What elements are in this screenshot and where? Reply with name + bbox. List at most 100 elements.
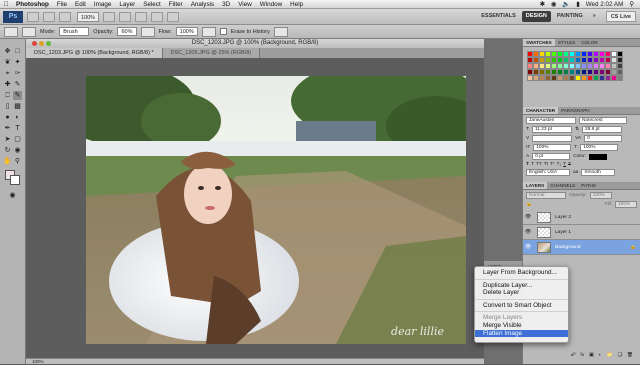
- pressure-size-icon[interactable]: [273, 26, 288, 37]
- quick-select-tool-icon[interactable]: ✦: [13, 58, 22, 67]
- superscript-icon[interactable]: T¹: [550, 162, 555, 167]
- zoom-tool-icon[interactable]: [119, 11, 132, 22]
- tab-layers[interactable]: LAYERS: [523, 182, 548, 189]
- marquee-tool-icon[interactable]: □: [13, 47, 22, 56]
- menu-analysis[interactable]: Analysis: [187, 0, 218, 9]
- hand-tool-icon[interactable]: [103, 11, 116, 22]
- menu-edit[interactable]: Edit: [71, 0, 90, 9]
- underline-icon[interactable]: T: [563, 162, 566, 167]
- layer-opacity-input[interactable]: 100%: [589, 192, 612, 199]
- menu-item-flatten-image[interactable]: Flatten Image: [475, 329, 568, 338]
- blend-mode-select[interactable]: Normal: [526, 192, 566, 199]
- healing-brush-tool-icon[interactable]: ✚: [3, 80, 12, 89]
- tab-paths[interactable]: PATHS: [578, 182, 599, 189]
- erase-history-checkbox[interactable]: [219, 28, 227, 35]
- history-brush-tool-icon[interactable]: ✎: [13, 91, 22, 100]
- delete-layer-icon[interactable]: 🗑: [627, 353, 633, 358]
- shape-tool-icon[interactable]: ▢: [13, 135, 22, 144]
- 3d-rotate-tool-icon[interactable]: ↻: [3, 146, 12, 155]
- vertical-scale-input[interactable]: 100%: [533, 144, 572, 151]
- font-style-select[interactable]: Notecrest: [579, 117, 627, 124]
- brush-preset-picker[interactable]: [22, 26, 36, 37]
- blur-tool-icon[interactable]: ●: [3, 113, 12, 122]
- menu-item-duplicate-layer[interactable]: Duplicate Layer...: [475, 282, 568, 290]
- arrange-documents-icon[interactable]: [151, 11, 164, 22]
- text-color-swatch[interactable]: [589, 153, 607, 160]
- photo-image[interactable]: dear lillie: [86, 76, 466, 344]
- minimize-window-icon[interactable]: [39, 41, 44, 46]
- airbrush-icon[interactable]: [201, 26, 216, 37]
- battery-icon[interactable]: ▮: [576, 1, 579, 8]
- crop-tool-icon[interactable]: ⌖: [3, 69, 12, 78]
- clone-stamp-tool-icon[interactable]: ⎕: [3, 91, 12, 100]
- tab-dsc-1203[interactable]: DSC_1203.JPG @ 100% (Background, RGB/8) …: [26, 48, 163, 58]
- menu-item-convert-to-smart-object[interactable]: Convert to Smart Object: [475, 302, 568, 310]
- volume-icon[interactable]: 🔈: [562, 0, 570, 8]
- eraser-tool-icon[interactable]: ▯: [3, 102, 12, 111]
- add-mask-icon[interactable]: ▣: [589, 353, 594, 358]
- cs-live-button[interactable]: CS Live: [605, 11, 636, 22]
- clock[interactable]: Wed 2:02 AM: [586, 1, 624, 8]
- antialias-select[interactable]: Smooth: [581, 169, 616, 176]
- menu-item-merge-visible[interactable]: Merge Visible: [475, 322, 568, 330]
- menu-item-delete-layer[interactable]: Delete Layer: [475, 289, 568, 297]
- lock-icon[interactable]: 🔒: [526, 202, 532, 207]
- swatch[interactable]: [617, 75, 623, 81]
- strikethrough-icon[interactable]: T: [568, 162, 571, 167]
- kerning-input[interactable]: [532, 135, 573, 142]
- 3d-camera-tool-icon[interactable]: ◉: [13, 146, 22, 155]
- workspace-painting[interactable]: PAINTING: [553, 11, 587, 22]
- tracking-input[interactable]: 0: [584, 135, 623, 142]
- path-select-tool-icon[interactable]: ➤: [3, 135, 12, 144]
- visibility-eye-icon[interactable]: 👁: [523, 244, 533, 250]
- adjustment-layer-icon[interactable]: ◐: [599, 353, 602, 358]
- subscript-icon[interactable]: T₁: [557, 162, 562, 167]
- hand-tool-icon[interactable]: ✋: [3, 157, 12, 166]
- language-select[interactable]: English: USA: [526, 169, 570, 176]
- workspace-more-icon[interactable]: »: [589, 11, 600, 22]
- menu-filter[interactable]: Filter: [165, 0, 187, 9]
- new-layer-icon[interactable]: ❏: [618, 353, 622, 358]
- link-layers-icon[interactable]: ☍: [571, 353, 576, 358]
- pen-tool-icon[interactable]: ✒: [3, 124, 12, 133]
- menu-image[interactable]: Image: [90, 0, 116, 9]
- flow-input[interactable]: 100%: [175, 27, 198, 36]
- tab-styles[interactable]: STYLES: [555, 39, 579, 46]
- close-window-icon[interactable]: [32, 41, 37, 46]
- font-size-input[interactable]: 11.23 pt: [531, 126, 572, 133]
- dodge-tool-icon[interactable]: ◐: [13, 113, 22, 122]
- small-caps-icon[interactable]: Tt: [544, 162, 548, 167]
- new-group-icon[interactable]: 📁: [607, 353, 613, 358]
- bridge-icon[interactable]: [27, 11, 39, 22]
- menu-window[interactable]: Window: [256, 0, 286, 9]
- quick-mask-icon[interactable]: ◉: [8, 191, 17, 200]
- menu-photoshop[interactable]: Photoshop: [12, 0, 53, 9]
- workspace-design[interactable]: DESIGN: [521, 11, 551, 22]
- zoom-tool-icon[interactable]: ⚲: [13, 157, 22, 166]
- layer-row[interactable]: 👁 Layer 2: [523, 210, 640, 225]
- faux-italic-icon[interactable]: T: [531, 162, 534, 167]
- zoom-window-icon[interactable]: [46, 41, 51, 46]
- baseline-shift-input[interactable]: 0 pt: [532, 153, 571, 160]
- menu-layer[interactable]: Layer: [115, 0, 139, 9]
- gradient-tool-icon[interactable]: ▩: [13, 102, 22, 111]
- screen-mode-icon[interactable]: [167, 11, 180, 22]
- move-tool-icon[interactable]: ✥: [3, 47, 12, 56]
- spotlight-icon[interactable]: ⚲: [629, 1, 634, 8]
- lasso-tool-icon[interactable]: ❦: [3, 58, 12, 67]
- eyedropper-tool-icon[interactable]: ✑: [13, 69, 22, 78]
- minibridge-icon[interactable]: [43, 11, 55, 22]
- visibility-eye-icon[interactable]: 👁: [523, 229, 533, 235]
- layer-style-icon[interactable]: fx: [580, 353, 584, 358]
- opacity-input[interactable]: 60%: [117, 27, 137, 36]
- menu-help[interactable]: Help: [286, 0, 307, 9]
- guides-icon[interactable]: [59, 11, 71, 22]
- menu-item-layer-from-background[interactable]: Layer From Background...: [475, 269, 568, 277]
- tab-character[interactable]: CHARACTER: [523, 107, 559, 114]
- font-family-select[interactable]: JaneAusten: [526, 117, 576, 124]
- menu-file[interactable]: File: [53, 0, 71, 9]
- menu-3d[interactable]: 3D: [218, 0, 234, 9]
- layer-row[interactable]: 👁 Layer 1: [523, 225, 640, 240]
- leading-input[interactable]: 28.8 pt: [581, 126, 622, 133]
- visibility-eye-icon[interactable]: 👁: [523, 214, 533, 220]
